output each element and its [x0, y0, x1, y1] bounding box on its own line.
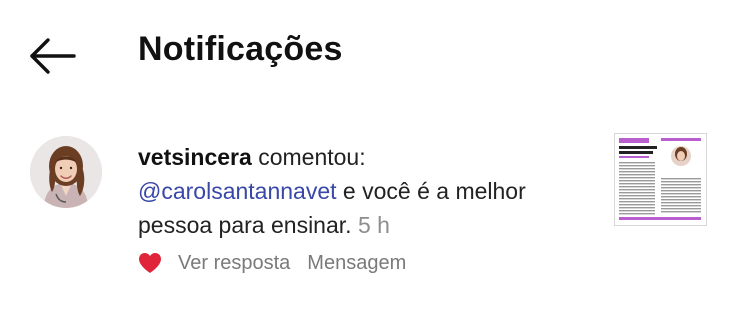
arrow-left-icon[interactable] [28, 36, 78, 76]
post-thumbnail[interactable] [614, 133, 707, 226]
page-title: Notificações [138, 30, 343, 68]
username-link[interactable]: vetsincera [138, 144, 252, 170]
avatar[interactable] [30, 136, 102, 208]
timestamp: 5 h [357, 212, 390, 238]
mention-link[interactable]: @carolsantannavet [138, 178, 337, 204]
notification-text: vetsincera comentou: @carolsantannavet e… [138, 140, 578, 242]
heart-filled-icon[interactable] [138, 252, 162, 274]
notifications-screen: Notificações vetsincera comentou: @carol… [0, 0, 736, 320]
notification-actions: Ver resposta Mensagem [138, 248, 423, 278]
notification-item[interactable]: vetsincera comentou: @carolsantannavet e… [0, 128, 736, 288]
view-reply-link[interactable]: Ver resposta [178, 252, 290, 275]
header: Notificações [0, 0, 736, 108]
message-link[interactable]: Mensagem [307, 252, 406, 275]
action-text: comentou: [251, 144, 366, 170]
